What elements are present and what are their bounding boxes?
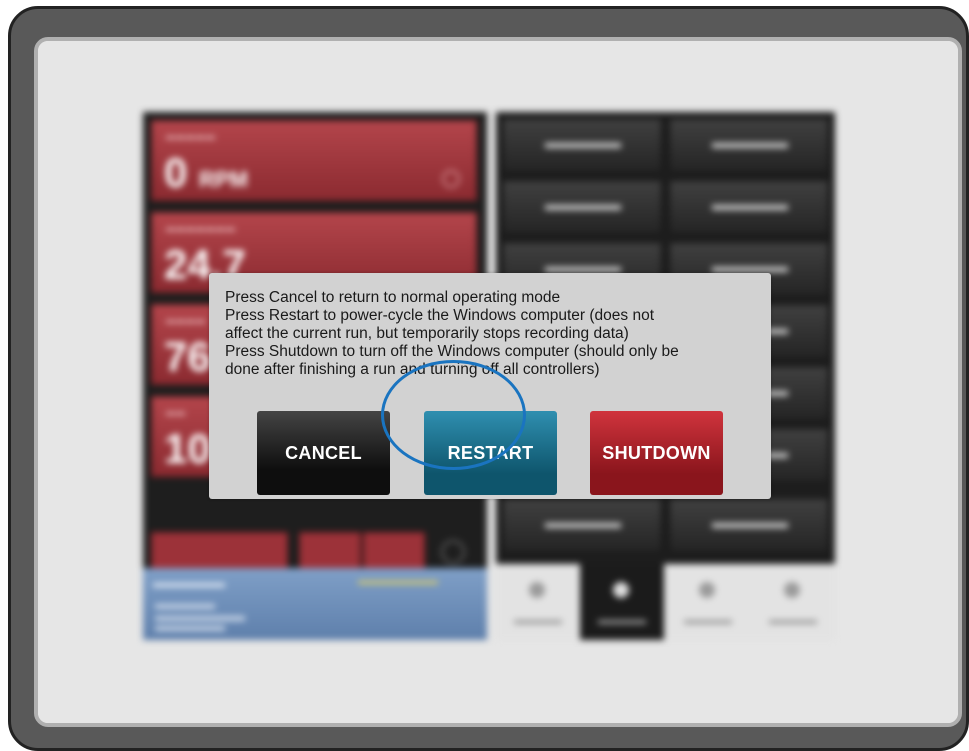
dialog-message-line: affect the current run, but temporarily …	[225, 325, 629, 342]
bottom-tab-bar	[496, 564, 835, 640]
screen: ▬▬▬▬▬ 0 RPM ▬▬▬▬▬▬▬ 24.7 ▬▬▬▬ 76 ▬▬ 10 ▬…	[38, 41, 958, 723]
tab-4	[751, 564, 835, 640]
control-button	[669, 118, 829, 173]
info-line	[155, 616, 245, 621]
restart-button[interactable]: RESTART	[424, 411, 557, 495]
tile-value: 10	[164, 425, 211, 472]
tab-3	[666, 564, 750, 640]
control-button	[502, 498, 662, 553]
status-tile-speed: ▬▬▬▬▬ 0 RPM	[151, 120, 477, 201]
info-brand: ▬▬▬▬▬▬	[153, 576, 225, 590]
tab-actions	[580, 564, 664, 640]
tile-caption: ▬▬▬▬	[166, 315, 206, 325]
tile-caption: ▬▬	[166, 407, 186, 417]
tile-value: 0 RPM	[164, 149, 248, 196]
tile-caption: ▬▬▬▬▬▬▬	[166, 223, 236, 233]
info-brand-secondary: ▬▬▬▬▬▬▬▬	[358, 576, 438, 587]
dialog-message-line: done after finishing a run and turning o…	[225, 361, 600, 378]
screen-bezel: ▬▬▬▬▬ 0 RPM ▬▬▬▬▬▬▬ 24.7 ▬▬▬▬ 76 ▬▬ 10 ▬…	[34, 37, 962, 727]
info-box: ▬▬▬▬▬▬ ▬▬▬▬▬▬▬▬	[143, 568, 487, 640]
tile-caption: ▬▬▬▬▬	[166, 131, 216, 141]
control-button	[502, 118, 662, 173]
power-options-dialog: Press Cancel to return to normal operati…	[209, 273, 771, 499]
control-button	[502, 180, 662, 235]
control-button	[669, 498, 829, 553]
dialog-message-line: Press Cancel to return to normal operati…	[225, 289, 561, 306]
info-line	[155, 604, 215, 609]
mini-control-2	[299, 532, 361, 572]
cancel-button[interactable]: CANCEL	[257, 411, 390, 495]
tile-settings-icon	[442, 170, 460, 188]
mini-control-1	[151, 532, 288, 572]
shutdown-button[interactable]: SHUTDOWN	[590, 411, 723, 495]
tile-value: 76	[164, 333, 211, 380]
gear-icon	[613, 582, 629, 598]
dialog-message-line: Press Shutdown to turn off the Windows c…	[225, 343, 679, 360]
control-button	[669, 180, 829, 235]
dialog-message: Press Cancel to return to normal operati…	[225, 289, 765, 379]
mini-control-3	[363, 532, 425, 572]
gear-icon	[441, 540, 465, 564]
dialog-message-line: Press Restart to power-cycle the Windows…	[225, 307, 655, 324]
info-line	[155, 626, 225, 631]
tab-1	[496, 564, 580, 640]
tablet-frame: ▬▬▬▬▬ 0 RPM ▬▬▬▬▬▬▬ 24.7 ▬▬▬▬ 76 ▬▬ 10 ▬…	[8, 6, 969, 751]
